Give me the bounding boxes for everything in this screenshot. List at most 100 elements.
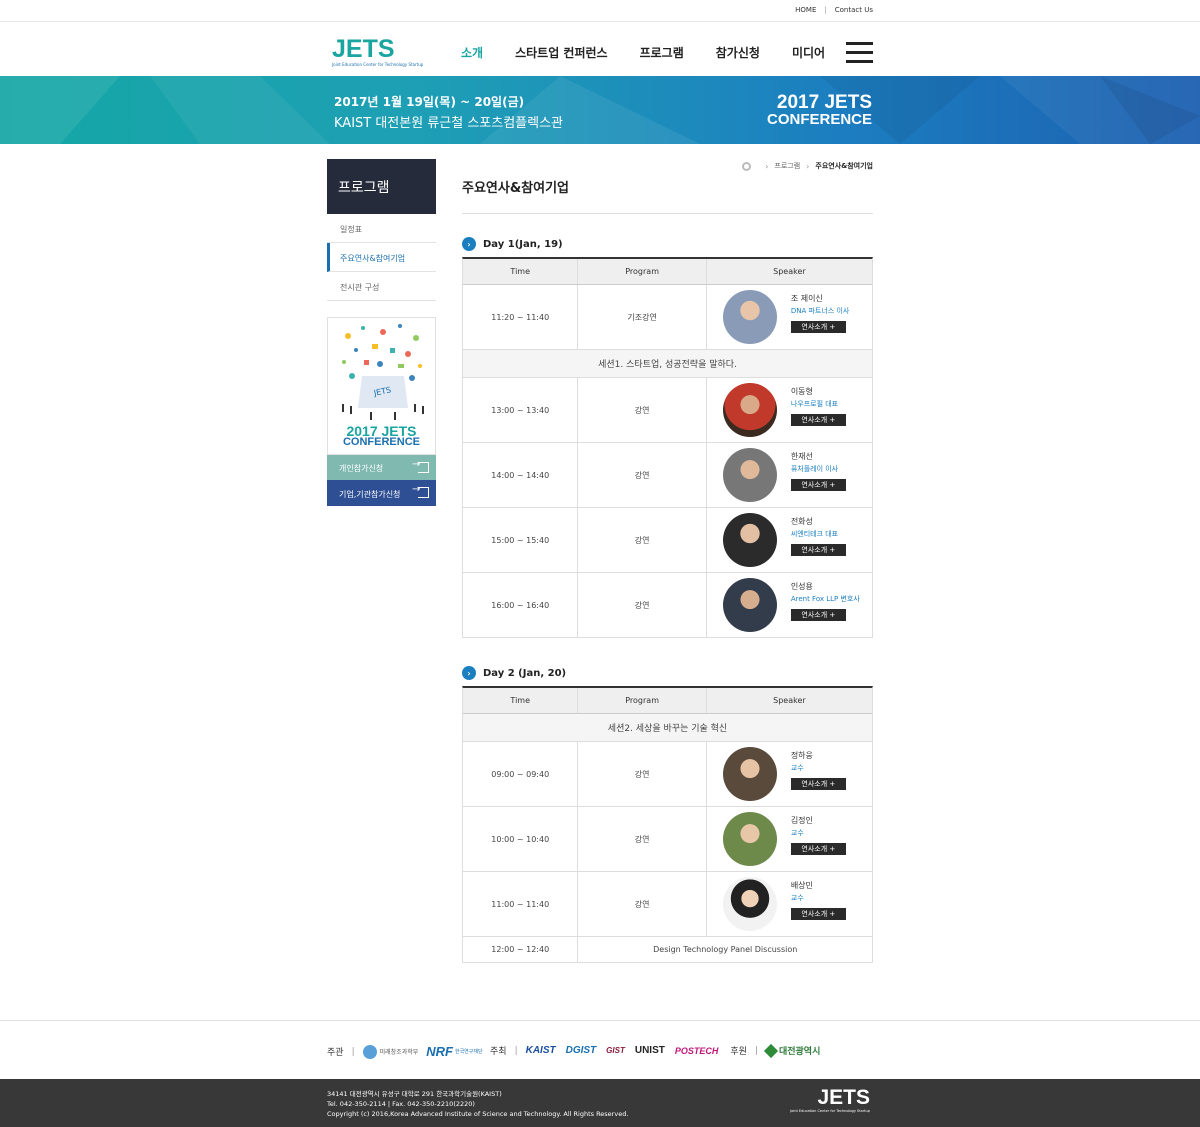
conference-poster[interactable]: JETS 2017 JETS CONFERENCE [327, 317, 436, 455]
speaker-role: DNA 파트너스 이사 [790, 307, 850, 315]
speaker-role: 교수 [790, 829, 804, 837]
poster-word: CONFERENCE [342, 436, 420, 448]
msip-logo-icon [362, 1044, 377, 1059]
row-time: 11:20 ~ 11:40 [463, 285, 579, 349]
day2-table: Time Program Speaker 세션2. 세상을 바꾸는 기술 혁신 … [462, 686, 873, 963]
home-icon[interactable] [742, 161, 752, 171]
speaker-name: 정하웅 [790, 751, 813, 760]
divider: | [754, 1045, 758, 1056]
sponsor-logo: 한국연구재단 [454, 1049, 483, 1055]
speaker-photo [722, 513, 777, 567]
row-time: 14:00 ~ 14:40 [463, 443, 579, 507]
row-time: 13:00 ~ 13:40 [463, 378, 579, 442]
table-row: 10:00 ~ 10:40 강연 김정인 교수 연사소개 + [463, 807, 872, 872]
session-row: 세션1. 스타트업, 성공전략을 말하다. [463, 350, 872, 378]
sponsor-logo: GIST [606, 1046, 625, 1055]
site-footer: 34141 대전광역시 유성구 대학로 291 한국과학기술원(KAIST) T… [0, 1079, 1200, 1127]
divider: | [351, 1046, 355, 1057]
header-speaker: Speaker [773, 696, 806, 705]
banner-pattern [0, 76, 1200, 144]
table-header: Time Program Speaker [463, 688, 872, 714]
company-register-button[interactable]: 기업,기관참가신청 [327, 480, 436, 506]
breadcrumb-current: 주요연사&참여기업 [815, 162, 873, 170]
poster-illustration: JETS [342, 324, 424, 420]
sponsor-logo: UNIST [634, 1045, 665, 1056]
organizer-label: 주최 [490, 1047, 507, 1057]
speaker-cell: 조 제이신 DNA 파트너스 이사 연사소개 + [707, 285, 872, 349]
speaker-role: 나우프로필 대표 [790, 400, 839, 408]
speaker-cell: 전화성 씨엔티테크 대표 연사소개 + [707, 508, 872, 572]
chevron-right-icon: › [765, 161, 769, 171]
conference-title: 2017 JETS CONFERENCE [767, 93, 872, 128]
footer-line: Copyright (c) 2016,Korea Advanced Instit… [327, 1110, 629, 1118]
speaker-role: 교수 [790, 894, 804, 902]
page-title: 주요연사&참여기업 [462, 181, 570, 196]
table-row: 11:00 ~ 11:40 강연 배상민 교수 연사소개 + [463, 872, 872, 937]
row-program: 강연 [578, 508, 707, 572]
event-place: KAIST 대전본원 류근철 스포츠컴플렉스관 [334, 116, 564, 131]
speaker-cell: 이동형 나우프로필 대표 연사소개 + [707, 378, 872, 442]
breadcrumb-parent[interactable]: 프로그램 [774, 161, 800, 171]
header-speaker: Speaker [773, 267, 806, 276]
speaker-role: 씨엔티테크 대표 [790, 530, 839, 538]
table-header: Time Program Speaker [463, 259, 872, 285]
row-time: 10:00 ~ 10:40 [463, 807, 579, 871]
company-register-label: 기업,기관참가신청 [339, 490, 401, 499]
hamburger-menu-icon[interactable] [846, 42, 873, 63]
speaker-intro-button[interactable]: 연사소개 + [790, 414, 846, 426]
speaker-intro-button[interactable]: 연사소개 + [790, 479, 846, 491]
speaker-intro-button[interactable]: 연사소개 + [790, 544, 846, 556]
speaker-intro-button[interactable]: 연사소개 + [790, 778, 846, 790]
row-program: 강연 [578, 378, 707, 442]
home-link[interactable]: HOME [795, 6, 816, 14]
speaker-name: 전화성 [790, 517, 813, 526]
speaker-photo [722, 877, 777, 931]
header-program: Program [578, 688, 707, 713]
sidebar-title: 프로그램 [327, 159, 436, 214]
chevron-right-circle-icon: › [462, 237, 476, 251]
speaker-intro-button[interactable]: 연사소개 + [790, 843, 846, 855]
sidebar-item-exhibition[interactable]: 전시관 구성 [327, 272, 436, 301]
row-time: 11:00 ~ 11:40 [463, 872, 579, 936]
event-banner: 2017년 1월 19일(목) ~ 20일(금) KAIST 대전본원 류근철 … [0, 76, 1200, 144]
table-row: 16:00 ~ 16:40 강연 인성용 Arent Fox LLP 변호사 연… [463, 573, 872, 638]
sponsor-logo: NRF [426, 1044, 453, 1059]
sidebar-item-schedule[interactable]: 일정표 [327, 214, 436, 243]
nav-item-media[interactable]: 미디어 [792, 44, 825, 61]
utility-bar: HOME | Contact Us [0, 0, 1200, 22]
header-time: Time [463, 259, 579, 284]
table-row: 11:20 ~ 11:40 기조강연 조 제이신 DNA 파트너스 이사 연사소… [463, 285, 872, 350]
speaker-cell: 김정인 교수 연사소개 + [707, 807, 872, 871]
site-logo[interactable]: JETS Joint Education Center for Technolo… [332, 36, 423, 70]
table-row: 15:00 ~ 15:40 강연 전화성 씨엔티테크 대표 연사소개 + [463, 508, 872, 573]
nav-item-program[interactable]: 프로그램 [640, 44, 684, 61]
nav-item-conference[interactable]: 스타트업 컨퍼런스 [515, 44, 608, 61]
speaker-intro-button[interactable]: 연사소개 + [790, 609, 846, 621]
nav-item-intro[interactable]: 소개 [461, 44, 483, 61]
footer-line: 34141 대전광역시 유성구 대학로 291 한국과학기술원(KAIST) [327, 1090, 502, 1098]
contact-link[interactable]: Contact Us [835, 6, 873, 14]
sidebar-menu: 일정표 주요연사&참여기업 전시관 구성 [327, 214, 436, 301]
table-row: 13:00 ~ 13:40 강연 이동형 나우프로필 대표 연사소개 + [463, 378, 872, 443]
row-program: Design Technology Panel Discussion [653, 945, 798, 954]
session-row: 세션2. 세상을 바꾸는 기술 혁신 [463, 714, 872, 742]
row-program: 기조강연 [578, 285, 707, 349]
speaker-name: 한재선 [790, 452, 813, 461]
row-time: 09:00 ~ 09:40 [463, 742, 579, 806]
personal-register-button[interactable]: 개인참가신청 [327, 455, 436, 480]
footer-logo: JETS Joint Education Center for Technolo… [790, 1087, 870, 1114]
nav-item-register[interactable]: 참가신청 [716, 44, 760, 61]
sponsor-logo: POSTECH [674, 1045, 719, 1056]
speaker-photo [722, 812, 777, 866]
speaker-role: 교수 [790, 764, 804, 772]
sidebar-item-speakers[interactable]: 주요연사&참여기업 [327, 243, 436, 272]
speaker-photo [722, 290, 777, 344]
table-row: 12:00 ~ 12:40 Design Technology Panel Di… [463, 937, 872, 963]
day2-title: Day 2 (Jan, 20) [483, 667, 567, 679]
sponsor-logo: 미래창조과학부 [379, 1049, 419, 1056]
enter-arrow-icon [412, 484, 429, 498]
main-nav: 소개 스타트업 컨퍼런스 프로그램 참가신청 미디어 [461, 44, 857, 61]
speaker-intro-button[interactable]: 연사소개 + [790, 321, 846, 333]
speaker-intro-button[interactable]: 연사소개 + [790, 908, 846, 920]
row-program: 강연 [578, 573, 707, 637]
